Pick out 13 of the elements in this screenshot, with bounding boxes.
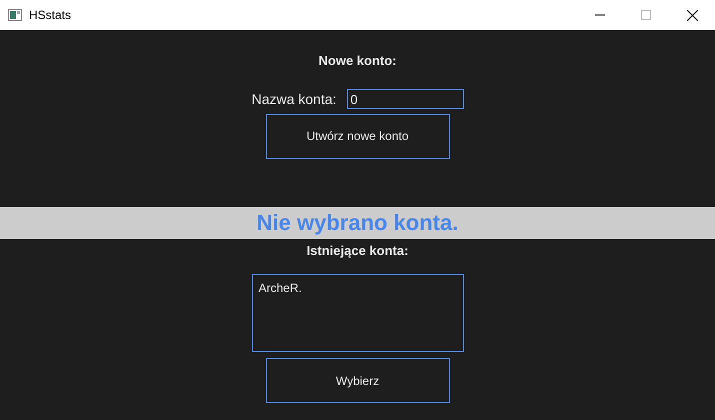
account-list-item[interactable]: ArcheR. [258,279,456,297]
close-icon [686,10,698,20]
create-account-button[interactable]: Utwórz nowe konto [266,114,450,158]
window-title: HSstats [29,7,72,24]
section-heading: Istniejące konta: [306,242,408,260]
status-message: Nie wybrano konta. [256,209,458,237]
account-list[interactable]: ArcheR. [252,274,464,352]
maximize-icon [641,10,651,20]
app-icon [8,9,22,21]
select-button[interactable]: Wybierz [266,358,450,403]
section-heading: Nowe konto: [318,52,396,70]
account-name-field[interactable]: 0 [347,89,464,109]
field-label: Nazwa konta: [252,90,336,108]
